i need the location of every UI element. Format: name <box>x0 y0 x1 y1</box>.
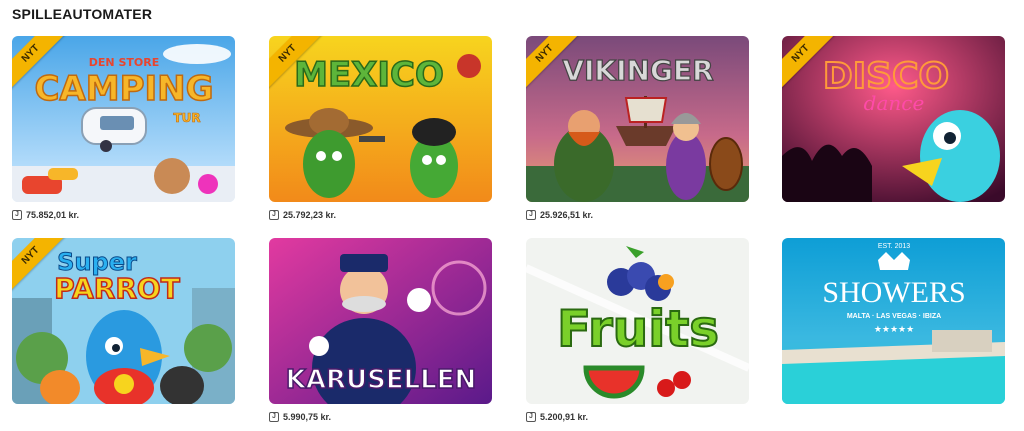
game-title: Fruits <box>557 300 719 358</box>
game-thumbnail[interactable]: DISCO dance NYT <box>782 36 1005 202</box>
jackpot-icon: J <box>526 210 536 220</box>
jackpot-amount: 5.200,91 kr. <box>540 412 589 422</box>
game-thumbnail[interactable]: Fruits <box>526 238 749 404</box>
jackpot-icon: J <box>526 412 536 422</box>
game-title: PARROT <box>54 272 180 305</box>
game-title: CAMPING <box>34 69 213 109</box>
game-tile-super-parrot[interactable]: Super PARROT NYT <box>12 238 235 404</box>
game-title-top: DEN STORE <box>89 56 159 69</box>
jackpot-amount: 5.990,75 kr. <box>283 412 332 422</box>
game-tile-karusellen[interactable]: KARUSELLEN J 5.990,75 kr. <box>269 238 492 424</box>
game-thumbnail[interactable]: EST. 2013 SHOWERS MALTA · LAS VEGAS · IB… <box>782 238 1005 404</box>
jackpot-row: J 5.990,75 kr. <box>269 410 492 424</box>
jackpot-icon: J <box>269 412 279 422</box>
jackpot-icon: J <box>269 210 279 220</box>
game-title: KARUSELLEN <box>286 365 477 395</box>
jackpot-amount: 25.926,51 kr. <box>540 210 594 220</box>
game-title-sub: dance <box>864 91 925 115</box>
game-title: SHOWERS <box>822 276 965 309</box>
game-thumbnail[interactable]: KARUSELLEN <box>269 238 492 404</box>
game-title: MEXICO <box>294 55 444 95</box>
game-thumbnail[interactable]: Super PARROT NYT <box>12 238 235 404</box>
jackpot-icon: J <box>12 210 22 220</box>
jackpot-row: J 5.200,91 kr. <box>526 410 749 424</box>
section-title: SPILLEAUTOMATER <box>12 6 153 22</box>
game-thumbnail[interactable]: VIKINGER NYT <box>526 36 749 202</box>
game-tile-fruits[interactable]: Fruits J 5.200,91 kr. <box>526 238 749 424</box>
game-tile-camping[interactable]: DEN STORE CAMPING TUR NYT J 75.852,01 kr… <box>12 36 235 222</box>
jackpot-amount: 25.792,23 kr. <box>283 210 337 220</box>
jackpot-amount: 75.852,01 kr. <box>26 210 80 220</box>
jackpot-row: J 25.926,51 kr. <box>526 208 749 222</box>
jackpot-row: J 75.852,01 kr. <box>12 208 235 222</box>
game-tile-showers[interactable]: EST. 2013 SHOWERS MALTA · LAS VEGAS · IB… <box>782 238 1005 404</box>
star-rating: ★★★★★ <box>874 325 914 335</box>
game-tile-disco-dance[interactable]: DISCO dance NYT <box>782 36 1005 202</box>
game-tile-vikinger[interactable]: VIKINGER NYT J 25.926,51 kr. <box>526 36 749 222</box>
game-grid: DEN STORE CAMPING TUR NYT J 75.852,01 kr… <box>12 36 1012 431</box>
game-thumbnail[interactable]: DEN STORE CAMPING TUR NYT <box>12 36 235 202</box>
game-title-top: EST. 2013 <box>878 243 910 250</box>
jackpot-row: J 25.792,23 kr. <box>269 208 492 222</box>
game-title-sub: MALTA · LAS VEGAS · IBIZA <box>847 313 941 320</box>
game-tile-mexico[interactable]: MEXICO NYT J 25.792,23 kr. <box>269 36 492 222</box>
game-thumbnail[interactable]: MEXICO NYT <box>269 36 492 202</box>
game-title: VIKINGER <box>562 54 713 87</box>
game-title-sub: TUR <box>173 111 200 125</box>
